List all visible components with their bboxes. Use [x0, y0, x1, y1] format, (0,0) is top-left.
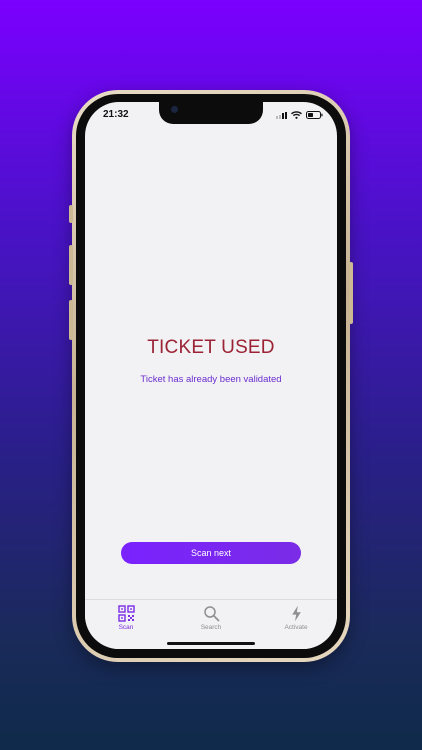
lightning-bolt-icon	[291, 605, 301, 622]
tab-scan-label: Scan	[118, 624, 134, 631]
scan-next-button[interactable]: Scan next	[121, 542, 301, 564]
home-indicator	[167, 642, 255, 645]
status-icons	[276, 111, 323, 119]
app-screen: 21:32 TICKET USED Ticket has already bee…	[85, 102, 337, 649]
front-camera	[171, 106, 178, 113]
volume-up-button	[69, 245, 73, 285]
tab-activate[interactable]: Activate	[266, 605, 326, 631]
notch	[159, 102, 263, 124]
battery-icon	[306, 111, 323, 119]
cellular-signal-icon	[276, 111, 287, 119]
volume-down-button	[69, 300, 73, 340]
tab-search-label: Search	[200, 624, 222, 631]
tab-search[interactable]: Search	[181, 605, 241, 631]
search-icon	[203, 606, 219, 622]
ticket-status-message: Ticket has already been validated	[140, 374, 282, 385]
tab-scan[interactable]: Scan	[96, 605, 156, 631]
power-button	[349, 262, 353, 324]
qr-code-icon	[117, 605, 135, 622]
tab-activate-label: Activate	[284, 624, 308, 631]
status-time: 21:32	[103, 109, 129, 120]
wifi-icon	[291, 111, 302, 119]
mute-switch	[69, 205, 73, 223]
ticket-status-title: TICKET USED	[147, 337, 275, 358]
